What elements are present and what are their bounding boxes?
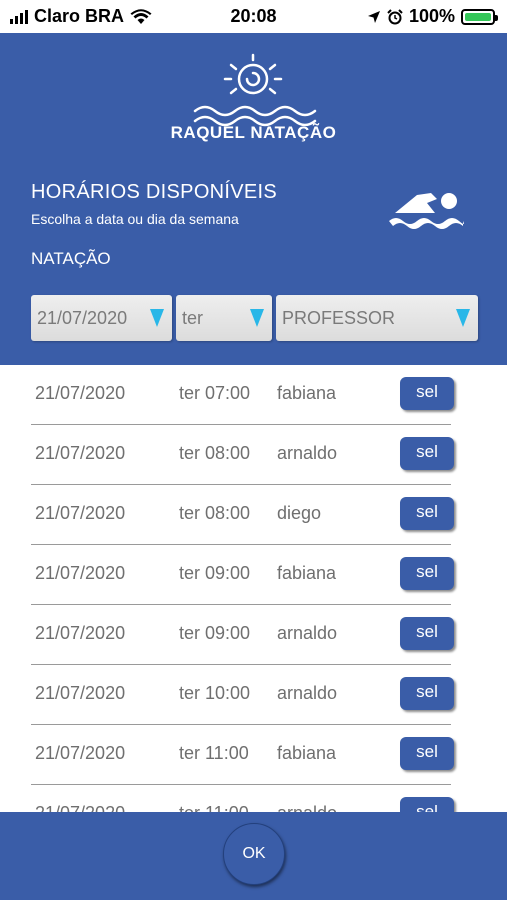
- select-slot-button[interactable]: sel: [400, 557, 454, 590]
- slot-date: 21/07/2020: [35, 623, 126, 643]
- weekday-select-value: ter: [182, 307, 204, 328]
- battery-charging-icon: [461, 8, 498, 25]
- slot-time: ter 08:00: [179, 503, 251, 523]
- slot-row: 21/07/2020 ter 08:00 arnaldo sel: [31, 425, 454, 485]
- slot-professor: fabiana: [277, 563, 337, 583]
- slot-date: 21/07/2020: [35, 683, 126, 703]
- slot-time: ter 09:00: [179, 563, 251, 583]
- date-select-value: 21/07/2020: [37, 307, 128, 328]
- slot-professor: arnaldo: [277, 683, 338, 703]
- slot-professor: arnaldo: [277, 803, 337, 812]
- location-icon: [367, 10, 380, 23]
- dropdown-arrow-icon: [150, 309, 164, 327]
- slot-professor: fabiana: [277, 743, 337, 763]
- slot-professor: arnaldo: [277, 623, 338, 643]
- slot-list[interactable]: 21/07/2020 ter 07:00 fabiana sel 21/07/2…: [0, 365, 507, 812]
- slot-row: 21/07/2020 ter 09:00 arnaldo sel: [31, 605, 454, 665]
- date-select[interactable]: 21/07/2020: [31, 295, 172, 341]
- slot-row: 21/07/2020 ter 10:00 arnaldo sel: [31, 665, 454, 725]
- select-slot-button[interactable]: sel: [400, 617, 454, 650]
- slot-time: ter 11:00: [179, 743, 249, 763]
- footer-bar: OK: [0, 812, 507, 900]
- slot-date: 21/07/2020: [35, 743, 126, 763]
- filters-bar: 21/07/2020 ter PROFESSOR: [31, 295, 478, 341]
- slot-date: 21/07/2020: [35, 383, 126, 403]
- select-slot-button[interactable]: sel: [400, 677, 454, 710]
- page-title: HORÁRIOS DISPONÍVEIS: [31, 181, 278, 203]
- slot-row: 21/07/2020 ter 11:00 fabiana sel: [31, 725, 454, 785]
- slot-date: 21/07/2020: [35, 563, 126, 583]
- slot-time: ter 08:00: [179, 443, 251, 463]
- alarm-icon: [387, 8, 403, 24]
- slot-date: 21/07/2020: [35, 503, 126, 523]
- weekday-select[interactable]: ter: [176, 295, 272, 341]
- slot-row: 21/07/2020 ter 08:00 diego sel: [31, 485, 454, 545]
- select-slot-button[interactable]: sel: [400, 377, 454, 410]
- slot-row: 21/07/2020 ter 09:00 fabiana sel: [31, 545, 454, 605]
- slot-time: ter 11:00: [179, 803, 249, 812]
- select-slot-button[interactable]: sel: [400, 497, 454, 530]
- status-right: 100%: [367, 6, 498, 27]
- slot-professor: diego: [277, 503, 322, 523]
- slot-date: 21/07/2020: [35, 443, 126, 463]
- slot-time: ter 07:00: [179, 383, 251, 403]
- professor-select-value: PROFESSOR: [282, 307, 396, 328]
- slot-time: ter 09:00: [179, 623, 251, 643]
- activity-label: NATAÇÃO: [31, 249, 111, 268]
- slot-professor: arnaldo: [277, 443, 338, 463]
- dropdown-arrow-icon: [456, 309, 470, 327]
- page-subtitle: Escolha a data ou dia da semana: [31, 211, 239, 227]
- slot-row: 21/07/2020 ter 11:00 arnaldo sel: [31, 785, 454, 812]
- battery-percent: 100%: [408, 6, 455, 26]
- status-bar: Claro BRA 20:08 100%: [0, 0, 507, 33]
- header: RAQUEL NATAÇÃO HORÁRIOS DISPONÍVEIS Esco…: [0, 33, 507, 365]
- brand-name: RAQUEL NATAÇÃO: [170, 123, 337, 142]
- select-slot-button[interactable]: sel: [400, 797, 454, 812]
- select-slot-button[interactable]: sel: [400, 737, 454, 770]
- slot-time: ter 10:00: [179, 683, 251, 703]
- slot-date: 21/07/2020: [35, 803, 125, 812]
- ok-button[interactable]: OK: [223, 823, 285, 885]
- slot-row: 21/07/2020 ter 07:00 fabiana sel: [31, 365, 454, 425]
- professor-select[interactable]: PROFESSOR: [276, 295, 478, 341]
- slot-professor: fabiana: [277, 383, 337, 403]
- dropdown-arrow-icon: [250, 309, 264, 327]
- swimmer-icon: [389, 193, 464, 229]
- select-slot-button[interactable]: sel: [400, 437, 454, 470]
